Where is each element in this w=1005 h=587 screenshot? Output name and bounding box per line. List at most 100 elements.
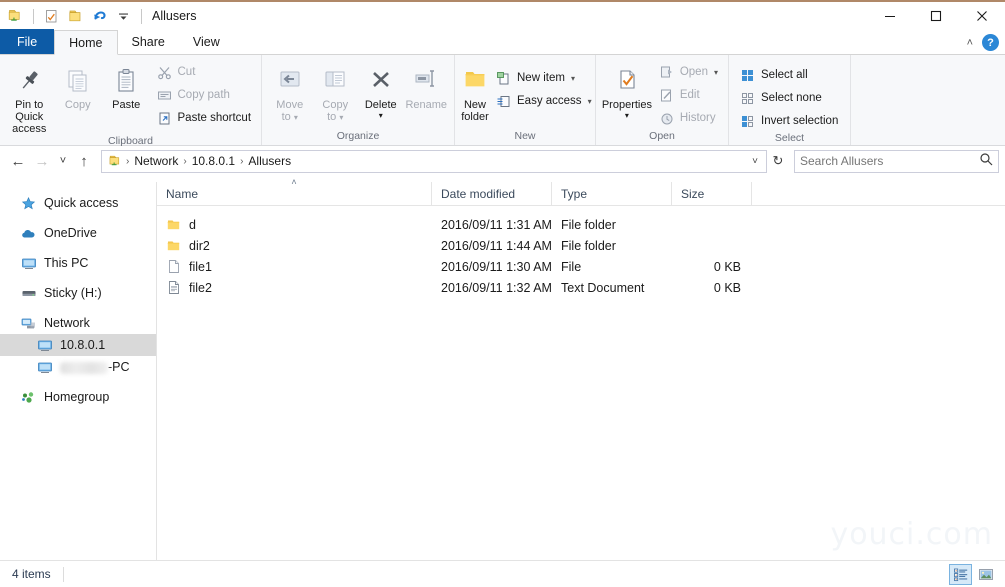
move-to-icon xyxy=(275,62,305,96)
large-icons-view-button[interactable] xyxy=(974,564,997,585)
breadcrumb-item-network[interactable]: Network xyxy=(130,154,182,168)
properties-caret-icon[interactable]: ▾ xyxy=(625,112,629,120)
ribbon-group-open: Properties ▾ Open ▾ Edit History Open xyxy=(596,55,729,145)
tab-view[interactable]: View xyxy=(179,29,234,54)
nav-gap-2 xyxy=(0,244,156,252)
open-dropdown-icon[interactable]: ▾ xyxy=(714,68,718,77)
collapse-ribbon-icon[interactable]: ˄ xyxy=(967,37,973,49)
new-folder-button[interactable]: New folder xyxy=(460,58,490,123)
new-item-button[interactable]: New item ▾ xyxy=(490,67,597,89)
close-button[interactable] xyxy=(959,2,1005,30)
properties-icon[interactable] xyxy=(42,7,61,26)
search-icon[interactable] xyxy=(979,152,993,171)
new-folder-icon[interactable] xyxy=(66,7,85,26)
row-date: 2016/09/11 1:44 AM xyxy=(441,238,552,253)
copy-to-button[interactable]: Copy to ▾ xyxy=(313,58,359,124)
delete-button[interactable]: Delete ▾ xyxy=(358,58,404,120)
window-controls xyxy=(867,2,1005,30)
open-icon xyxy=(658,64,675,81)
table-row[interactable]: file1 2016/09/11 1:30 AM File 0 KB xyxy=(157,256,1005,277)
tab-share[interactable]: Share xyxy=(118,29,179,54)
history-button[interactable]: History xyxy=(653,107,723,129)
sidebar-label-sticky-h: Sticky (H:) xyxy=(44,286,102,300)
sidebar-item-quick-access[interactable]: Quick access xyxy=(0,192,156,214)
delete-caret-icon[interactable]: ▾ xyxy=(379,112,383,120)
sidebar-item-network[interactable]: Network xyxy=(0,312,156,334)
copy-path-button[interactable]: Copy path xyxy=(151,84,257,106)
breadcrumb-item-host[interactable]: 10.8.0.1 xyxy=(188,154,239,168)
monitor-icon xyxy=(20,255,37,271)
breadcrumb-network-icon[interactable] xyxy=(106,154,125,169)
details-view-button[interactable] xyxy=(949,563,972,585)
sidebar-item-this-pc[interactable]: This PC xyxy=(0,252,156,274)
column-header-name[interactable]: ˄ Name xyxy=(157,177,432,206)
clipboard-group-label: Clipboard xyxy=(108,135,153,147)
open-label: Open xyxy=(679,66,708,78)
easy-access-dropdown-icon[interactable]: ▾ xyxy=(588,97,592,106)
sidebar-item-10-8-0-1[interactable]: 10.8.0.1 xyxy=(0,334,156,356)
tab-home[interactable]: Home xyxy=(54,30,118,55)
invert-selection-button[interactable]: Invert selection xyxy=(734,110,843,132)
paste-shortcut-button[interactable]: Paste shortcut xyxy=(151,107,257,129)
move-to-label-2: to ▾ xyxy=(281,111,298,123)
search-input[interactable] xyxy=(800,154,979,168)
pin-to-quick-access-button[interactable]: Pin to Quick access xyxy=(5,58,54,135)
paste-button[interactable]: Paste xyxy=(102,58,151,111)
up-button[interactable]: ↑ xyxy=(72,149,96,173)
properties-label: Properties xyxy=(601,99,652,111)
refresh-button[interactable]: ↻ xyxy=(767,150,789,173)
table-row[interactable]: file2 2016/09/11 1:32 AM Text Document 0… xyxy=(157,277,1005,298)
copy-button[interactable]: Copy xyxy=(54,58,103,111)
customize-dropdown-icon[interactable] xyxy=(114,7,133,26)
maximize-button[interactable] xyxy=(913,2,959,30)
sidebar-item-pc[interactable]: -PC xyxy=(0,356,156,378)
select-all-button[interactable]: Select all xyxy=(734,64,843,86)
edit-button[interactable]: Edit xyxy=(653,84,723,106)
help-icon[interactable]: ? xyxy=(982,34,999,51)
table-row[interactable]: d 2016/09/11 1:31 AM File folder xyxy=(157,214,1005,235)
sidebar-label-homegroup: Homegroup xyxy=(44,390,110,404)
text-document-icon xyxy=(166,280,182,296)
properties-button[interactable]: Properties ▾ xyxy=(601,58,653,120)
breadcrumb-item-allusers[interactable]: Allusers xyxy=(244,154,295,168)
select-group-label: Select xyxy=(774,132,805,144)
sidebar-item-sticky-h[interactable]: Sticky (H:) xyxy=(0,282,156,304)
sidebar-label-onedrive: OneDrive xyxy=(44,226,97,240)
undo-icon[interactable] xyxy=(90,7,109,26)
cut-button[interactable]: Cut xyxy=(151,61,257,83)
column-header-date-modified[interactable]: Date modified xyxy=(432,181,552,206)
star-icon xyxy=(20,195,37,211)
table-row[interactable]: dir2 2016/09/11 1:44 AM File folder xyxy=(157,235,1005,256)
row-name: d xyxy=(189,217,196,232)
column-header-type[interactable]: Type xyxy=(552,181,672,206)
invert-selection-icon xyxy=(739,113,756,130)
ribbon-group-new: New folder New item ▾ Easy access ▾ New xyxy=(455,55,596,145)
column-header-size[interactable]: Size xyxy=(672,181,752,206)
row-type: File folder xyxy=(561,217,616,232)
sidebar-label-pc-suffix: -PC xyxy=(108,360,130,374)
row-type: File folder xyxy=(561,238,616,253)
tab-file[interactable]: File xyxy=(0,29,55,54)
search-box[interactable] xyxy=(794,149,999,173)
recent-locations-button[interactable]: ˅ xyxy=(54,149,72,173)
easy-access-button[interactable]: Easy access ▾ xyxy=(490,90,597,112)
minimize-button[interactable] xyxy=(867,2,913,30)
paste-shortcut-icon xyxy=(156,110,173,127)
breadcrumb-dropdown-icon[interactable]: ˅ xyxy=(746,156,764,167)
new-small-buttons: New item ▾ Easy access ▾ xyxy=(490,58,597,112)
breadcrumb[interactable]: › Network › 10.8.0.1 › Allusers ˅ xyxy=(101,149,767,173)
select-none-button[interactable]: Select none xyxy=(734,87,843,109)
ribbon-group-select: Select all Select none Invert selection … xyxy=(729,55,851,145)
rename-button[interactable]: Rename xyxy=(404,58,450,111)
ribbon-group-clipboard: Pin to Quick access Copy Paste Cut Copy … xyxy=(0,55,262,147)
forward-button[interactable]: → xyxy=(30,149,54,173)
open-button[interactable]: Open ▾ xyxy=(653,61,723,83)
ribbon-tabstrip: File Home Share View ˄ ? xyxy=(0,29,1005,55)
sidebar-item-onedrive[interactable]: OneDrive xyxy=(0,222,156,244)
back-button[interactable]: ← xyxy=(6,149,30,173)
sidebar-item-homegroup[interactable]: Homegroup xyxy=(0,386,156,408)
ribbon-filler xyxy=(851,55,1005,145)
new-item-dropdown-icon[interactable]: ▾ xyxy=(571,74,575,83)
network-folder-icon[interactable] xyxy=(6,7,25,26)
move-to-button[interactable]: Move to ▾ xyxy=(267,58,313,124)
